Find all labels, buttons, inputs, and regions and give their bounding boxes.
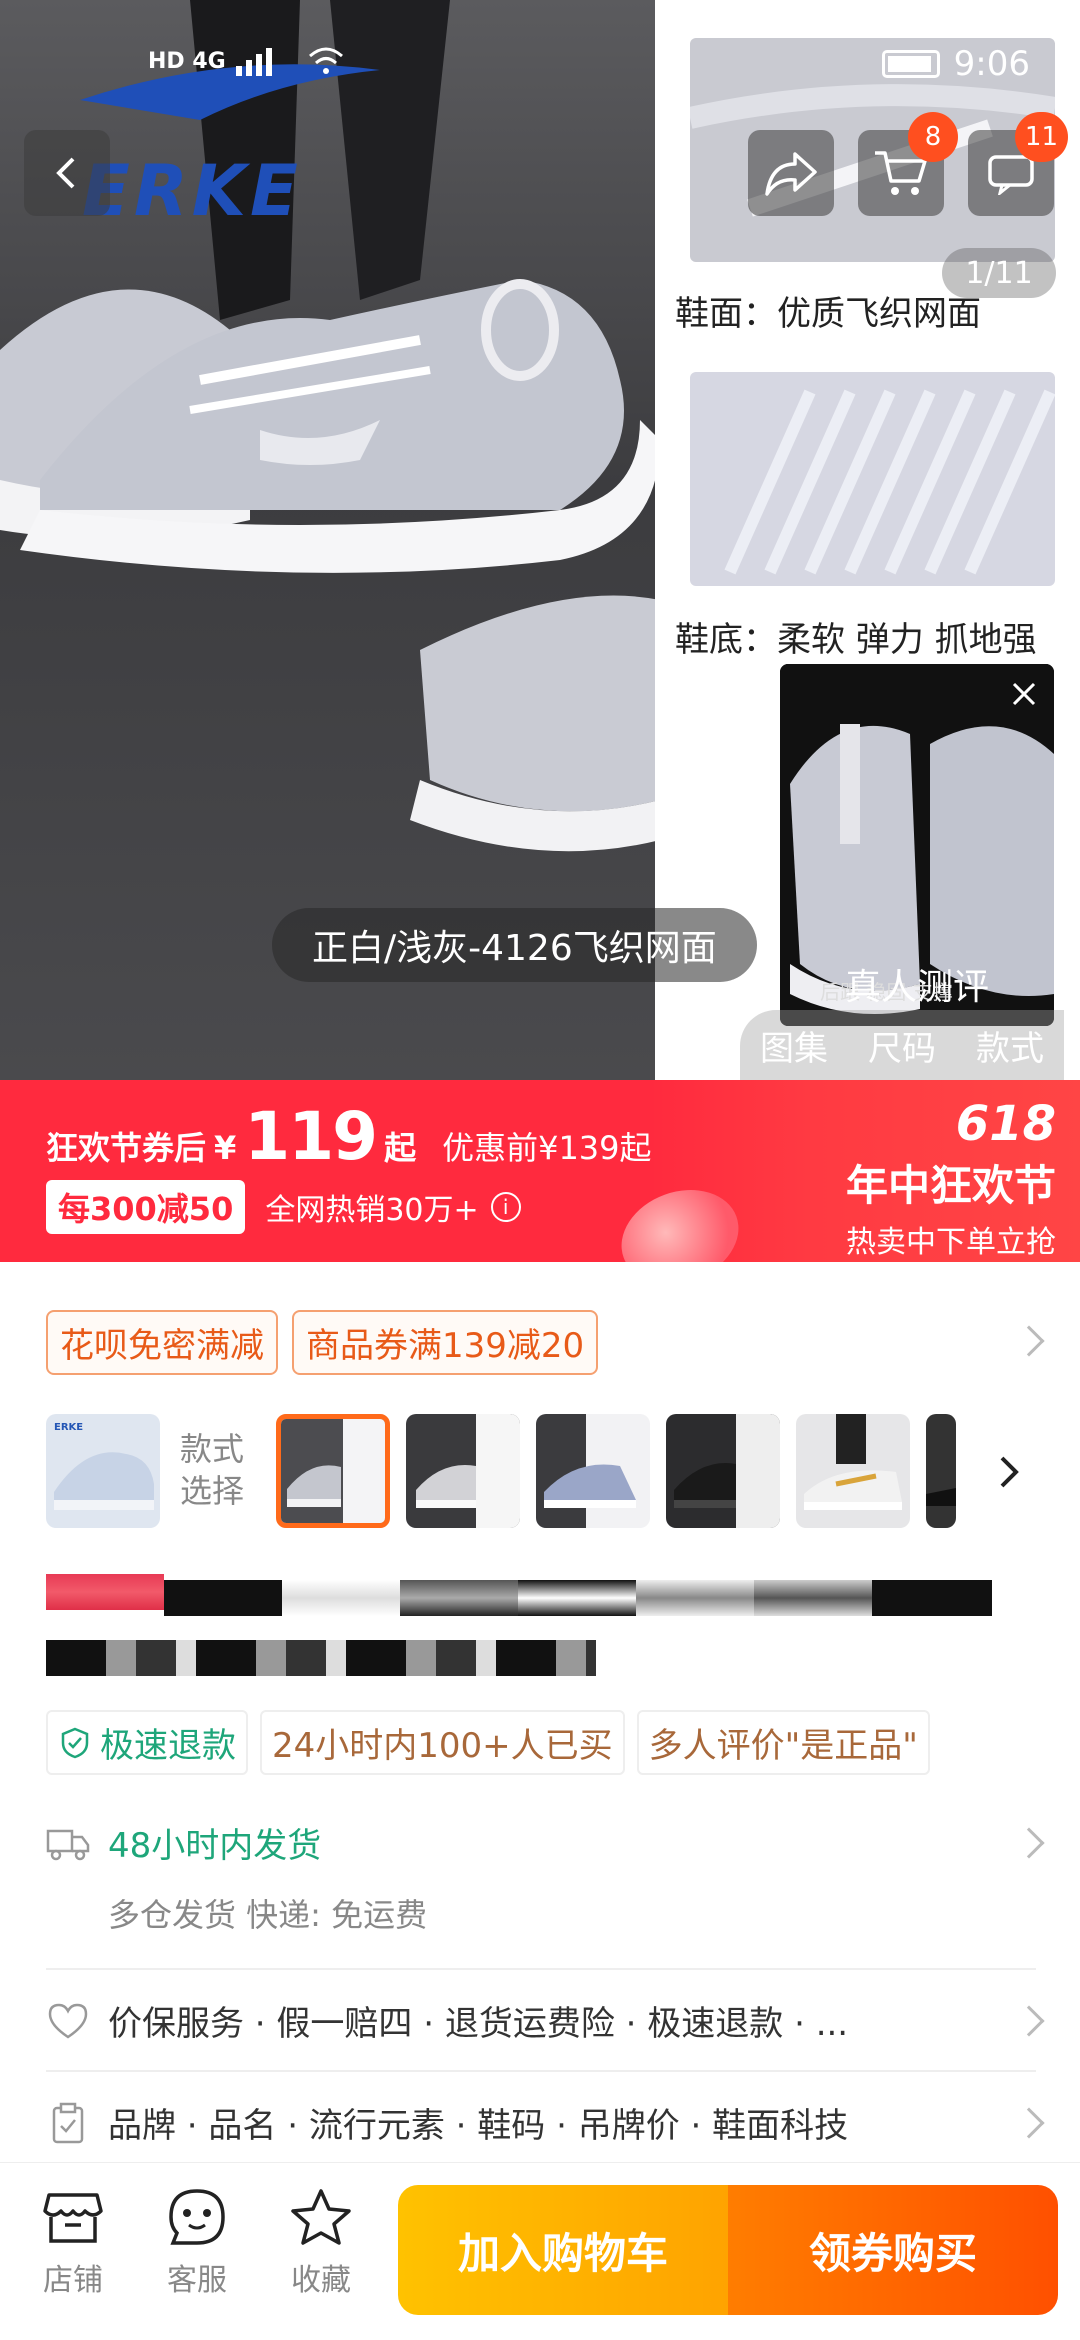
- style-picker-label: 款式 选择: [180, 1428, 244, 1512]
- benefit-chips[interactable]: 花呗免密满减 商品券满139减20: [46, 1310, 599, 1375]
- add-to-cart-button[interactable]: 加入购物车: [398, 2185, 728, 2315]
- store-label: 店铺: [43, 2263, 103, 2298]
- decoration: [608, 1174, 752, 1262]
- truck-icon: [46, 1829, 90, 1860]
- coupon-chip[interactable]: 商品券满139减20: [292, 1310, 599, 1375]
- heart-icon: [48, 2003, 88, 2039]
- style-label-line2: 选择: [180, 1472, 245, 1510]
- customer-service-button[interactable]: 客服: [152, 2187, 242, 2299]
- shipping-row[interactable]: 48小时内发货: [46, 1818, 1036, 1867]
- discount-coupon: 每300减50: [46, 1180, 246, 1234]
- info-icon[interactable]: i: [490, 1192, 521, 1222]
- style-thumb-3[interactable]: [536, 1414, 650, 1528]
- cart-count-badge: 8: [908, 112, 958, 162]
- promo-banner[interactable]: 狂欢节券后 ¥ 119 起 优惠前¥139起 每300减50 全网热销30万+ …: [0, 1080, 1080, 1262]
- product-info-card: 花呗免密满减 商品券满139减20 ERKE 款式 选择 极速退款 24小时内1…: [0, 1262, 1080, 2162]
- network-indicator: HD 4G: [148, 46, 346, 76]
- video-review-label: 真人测评: [844, 967, 989, 1008]
- share-icon: [765, 152, 817, 196]
- style-label-line1: 款式: [180, 1430, 245, 1468]
- status-right: 9:06: [881, 44, 1030, 84]
- event-badge: 618 年中狂欢节 热卖中下单立抢: [846, 1096, 1056, 1261]
- style-picker[interactable]: ERKE 款式 选择: [46, 1414, 1046, 1534]
- style-thumb-6[interactable]: [926, 1414, 956, 1528]
- params-row[interactable]: 品牌 · 品名 · 流行元素 · 鞋码 · 吊牌价 · 鞋面科技: [46, 2098, 1036, 2147]
- style-thumb-2[interactable]: [406, 1414, 520, 1528]
- chevron-left-icon: [56, 157, 75, 189]
- service-tags: 极速退款 24小时内100+人已买 多人评价"是正品": [46, 1710, 930, 1775]
- sold-text: 全网热销30万+: [265, 1193, 479, 1228]
- back-button[interactable]: [24, 130, 110, 216]
- tab-gallery[interactable]: 图集: [760, 1021, 828, 1070]
- clock: 9:06: [953, 44, 1030, 84]
- status-bar: HD 4G 9:06: [0, 0, 1080, 105]
- event-title: 年中狂欢节: [845, 1161, 1056, 1210]
- chevron-right-icon[interactable]: [994, 1452, 1024, 1492]
- cart-button[interactable]: 8: [858, 112, 958, 216]
- buy-with-coupon-button[interactable]: 领券购买: [728, 2185, 1058, 2315]
- service-label: 客服: [167, 2263, 227, 2298]
- chevron-right-icon[interactable]: [1013, 1325, 1045, 1357]
- shipping-detail: 多仓发货 快递: 免运费: [108, 1896, 428, 1934]
- variant-label[interactable]: 正白/浅灰-4126飞织网面: [272, 908, 757, 982]
- messages-button[interactable]: 11: [968, 112, 1068, 216]
- style-thumb-4[interactable]: [666, 1414, 780, 1528]
- page-indicator: 1/11: [942, 248, 1056, 298]
- battery-icon: [881, 50, 940, 78]
- bottom-action-bar: 店铺 客服 收藏 加入购物车 领券购买: [0, 2162, 1080, 2340]
- shipping-title: 48小时内发货: [108, 1826, 322, 1866]
- services-row[interactable]: 价保服务 · 假一赔四 · 退货运费险 · 极速退款 · ...: [46, 1996, 1036, 2045]
- services-text: 价保服务 · 假一赔四 · 退货运费险 · 极速退款 · ...: [108, 2004, 849, 2044]
- media-tabs: 图集 尺码 款式: [740, 1010, 1064, 1080]
- event-number: 618: [955, 1096, 1056, 1152]
- recent-buyers-tag: 24小时内100+人已买: [260, 1710, 625, 1775]
- clipboard-icon: [52, 2102, 84, 2143]
- divider: [46, 1968, 1036, 1970]
- signal-icon: [235, 48, 272, 76]
- price-label: 狂欢节券后: [46, 1129, 207, 1167]
- favorite-button[interactable]: 收藏: [276, 2187, 366, 2299]
- huabei-chip[interactable]: 花呗免密满减: [46, 1310, 278, 1375]
- sole-caption: 鞋底：柔软 弹力 抓地强: [675, 620, 1037, 660]
- wifi-icon: [308, 47, 343, 74]
- share-button[interactable]: [748, 130, 834, 216]
- store-icon: [43, 2193, 103, 2243]
- params-text: 品牌 · 品名 · 流行元素 · 鞋码 · 吊牌价 · 鞋面科技: [108, 2106, 849, 2146]
- divider: [46, 2070, 1036, 2072]
- sole-detail-image: [690, 372, 1055, 586]
- price-before: 优惠前¥139起: [442, 1129, 652, 1167]
- network-label: HD 4G: [148, 48, 226, 74]
- shield-check-icon: [61, 1727, 89, 1758]
- refund-tag-text: 极速退款: [100, 1726, 236, 1766]
- close-icon[interactable]: [1004, 674, 1044, 714]
- message-count-badge: 11: [1014, 112, 1068, 162]
- refund-tag: 极速退款: [46, 1710, 248, 1775]
- tab-style[interactable]: 款式: [976, 1021, 1044, 1070]
- tab-size[interactable]: 尺码: [868, 1021, 936, 1070]
- price-line: 狂欢节券后 ¥ 119 起 优惠前¥139起: [46, 1098, 652, 1175]
- favorite-label: 收藏: [291, 2263, 351, 2298]
- genuine-review-tag: 多人评价"是正品": [636, 1710, 930, 1775]
- service-face-icon: [169, 2189, 225, 2245]
- price-value: 119: [244, 1098, 378, 1175]
- store-button[interactable]: 店铺: [28, 2187, 118, 2299]
- style-thumb-main[interactable]: ERKE: [46, 1414, 160, 1528]
- style-thumb-5[interactable]: [796, 1414, 910, 1528]
- brand-logo: ERKE: [82, 150, 302, 232]
- upper-caption: 鞋面：优质飞织网面: [675, 294, 981, 334]
- price-suffix: 起: [384, 1129, 417, 1167]
- star-icon: [291, 2189, 351, 2245]
- svg-text:ERKE: ERKE: [54, 1422, 83, 1433]
- currency-symbol: ¥: [214, 1129, 237, 1167]
- sold-count: 全网热销30万+ i: [265, 1185, 521, 1229]
- style-thumb-1[interactable]: [276, 1414, 390, 1528]
- style-thumb-1-image: [281, 1419, 385, 1523]
- video-review-card[interactable]: 后跟 稳固 支撑 真人测评: [780, 664, 1054, 1026]
- event-subtitle: 热卖中下单立抢: [846, 1225, 1056, 1260]
- promo-details: 每300减50 全网热销30万+ i: [46, 1180, 521, 1234]
